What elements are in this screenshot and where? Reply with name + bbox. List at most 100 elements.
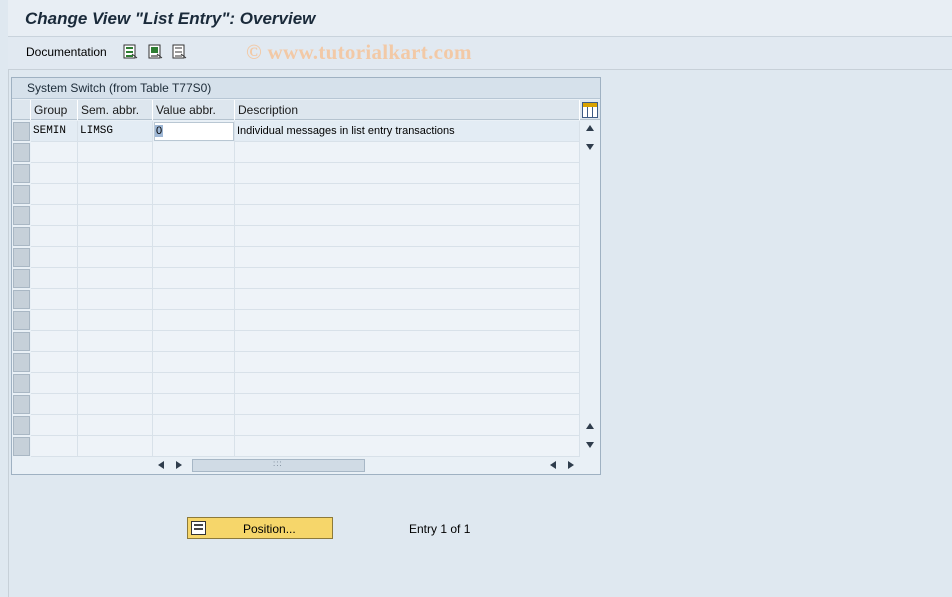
row-selector[interactable]	[13, 353, 30, 372]
row-selector[interactable]	[13, 311, 30, 330]
table-row[interactable]	[12, 289, 580, 310]
table-row[interactable]: SEMIN LIMSG Individual messages in list en…	[12, 121, 580, 142]
table-row[interactable]	[12, 373, 580, 394]
row-selector[interactable]	[13, 269, 30, 288]
cell-sem-abbr	[78, 163, 153, 184]
cell-group	[31, 289, 78, 310]
position-button[interactable]: Position...	[187, 517, 333, 539]
cell-group	[31, 310, 78, 331]
cell-sem-abbr	[78, 352, 153, 373]
table-row[interactable]	[12, 415, 580, 436]
cell-sem-abbr	[78, 268, 153, 289]
value-abbr-input[interactable]: 0	[154, 122, 234, 141]
deselect-all-icon[interactable]	[172, 44, 187, 60]
cell-value-abbr	[153, 415, 235, 436]
scroll-page-down-icon[interactable]	[586, 442, 594, 448]
cell-description: Individual messages in list entry transa…	[235, 121, 580, 142]
documentation-button[interactable]: Documentation	[26, 45, 107, 59]
table-row[interactable]	[12, 226, 580, 247]
cell-description	[235, 142, 580, 163]
cell-group-text: SEMIN	[33, 125, 67, 137]
cell-description	[235, 226, 580, 247]
cell-description	[235, 184, 580, 205]
scroll-up-icon[interactable]	[586, 125, 594, 131]
row-selector[interactable]	[13, 143, 30, 162]
table-header: Group Sem. abbr. Value abbr. Description	[12, 100, 600, 120]
column-header-value-abbr[interactable]: Value abbr.	[153, 100, 235, 120]
cell-description	[235, 436, 580, 457]
title-bar: Change View "List Entry": Overview	[8, 0, 952, 37]
cell-value-abbr	[153, 436, 235, 457]
scroll-down-icon[interactable]	[586, 144, 594, 150]
scroll-page-up-icon[interactable]	[586, 423, 594, 429]
cell-sem-abbr	[78, 310, 153, 331]
cell-sem-abbr	[78, 436, 153, 457]
column-header-sem-abbr[interactable]: Sem. abbr.	[78, 100, 153, 120]
cell-group	[31, 352, 78, 373]
table-row[interactable]	[12, 184, 580, 205]
cell-description	[235, 352, 580, 373]
table-row[interactable]	[12, 310, 580, 331]
scroll-right-icon[interactable]	[176, 461, 182, 469]
row-selector[interactable]	[13, 164, 30, 183]
table-row[interactable]	[12, 436, 580, 457]
cell-sem-abbr	[78, 142, 153, 163]
cell-description	[235, 415, 580, 436]
row-selector[interactable]	[13, 332, 30, 351]
table-row[interactable]	[12, 163, 580, 184]
cell-group	[31, 373, 78, 394]
cell-group	[31, 331, 78, 352]
table-row[interactable]	[12, 142, 580, 163]
cell-sem-abbr	[78, 226, 153, 247]
position-button-label: Position...	[243, 522, 296, 536]
application-toolbar: Documentation	[8, 37, 952, 70]
row-selector[interactable]	[13, 437, 30, 456]
row-selector[interactable]	[13, 416, 30, 435]
column-header-description[interactable]: Description	[235, 100, 580, 120]
row-selector[interactable]	[13, 206, 30, 225]
select-block-icon[interactable]	[148, 44, 163, 60]
cell-description	[235, 310, 580, 331]
table-row[interactable]	[12, 268, 580, 289]
row-selector[interactable]	[13, 185, 30, 204]
page-title: Change View "List Entry": Overview	[25, 9, 316, 28]
scroll-far-right-icon[interactable]	[568, 461, 574, 469]
table-row[interactable]	[12, 331, 580, 352]
cell-value-abbr	[153, 310, 235, 331]
cell-description	[235, 205, 580, 226]
table-row[interactable]	[12, 205, 580, 226]
scroll-far-left-icon[interactable]	[550, 461, 556, 469]
position-icon	[191, 521, 206, 535]
table-caption-text: System Switch (from Table T77S0)	[27, 81, 212, 95]
cell-sem-abbr	[78, 247, 153, 268]
cell-value-abbr	[153, 226, 235, 247]
row-selector[interactable]	[13, 290, 30, 309]
column-header-group[interactable]: Group	[31, 100, 78, 120]
row-selector[interactable]	[13, 227, 30, 246]
table-row[interactable]	[12, 352, 580, 373]
table-row[interactable]	[12, 394, 580, 415]
cell-group	[31, 394, 78, 415]
row-selector[interactable]	[13, 395, 30, 414]
row-selector[interactable]	[13, 374, 30, 393]
select-all-rows-corner[interactable]	[12, 100, 31, 120]
horizontal-scrollbar[interactable]: :::	[152, 458, 582, 472]
row-selector[interactable]	[13, 122, 30, 141]
cell-value-abbr	[153, 289, 235, 310]
table-body: SEMIN LIMSG Individual messages in list en…	[12, 121, 580, 457]
cell-group	[31, 226, 78, 247]
horizontal-scroll-thumb[interactable]: :::	[192, 459, 365, 472]
cell-value-abbr	[153, 373, 235, 394]
cell-group	[31, 184, 78, 205]
table-settings-icon[interactable]	[582, 102, 598, 118]
entry-counter: Entry 1 of 1	[409, 522, 471, 536]
scroll-left-icon[interactable]	[158, 461, 164, 469]
cell-description	[235, 268, 580, 289]
vertical-scrollbar[interactable]	[582, 121, 598, 457]
select-all-icon[interactable]	[123, 44, 138, 60]
cell-value-abbr	[153, 205, 235, 226]
cell-sem-abbr	[78, 205, 153, 226]
row-selector[interactable]	[13, 248, 30, 267]
cell-value-abbr	[153, 268, 235, 289]
table-row[interactable]	[12, 247, 580, 268]
